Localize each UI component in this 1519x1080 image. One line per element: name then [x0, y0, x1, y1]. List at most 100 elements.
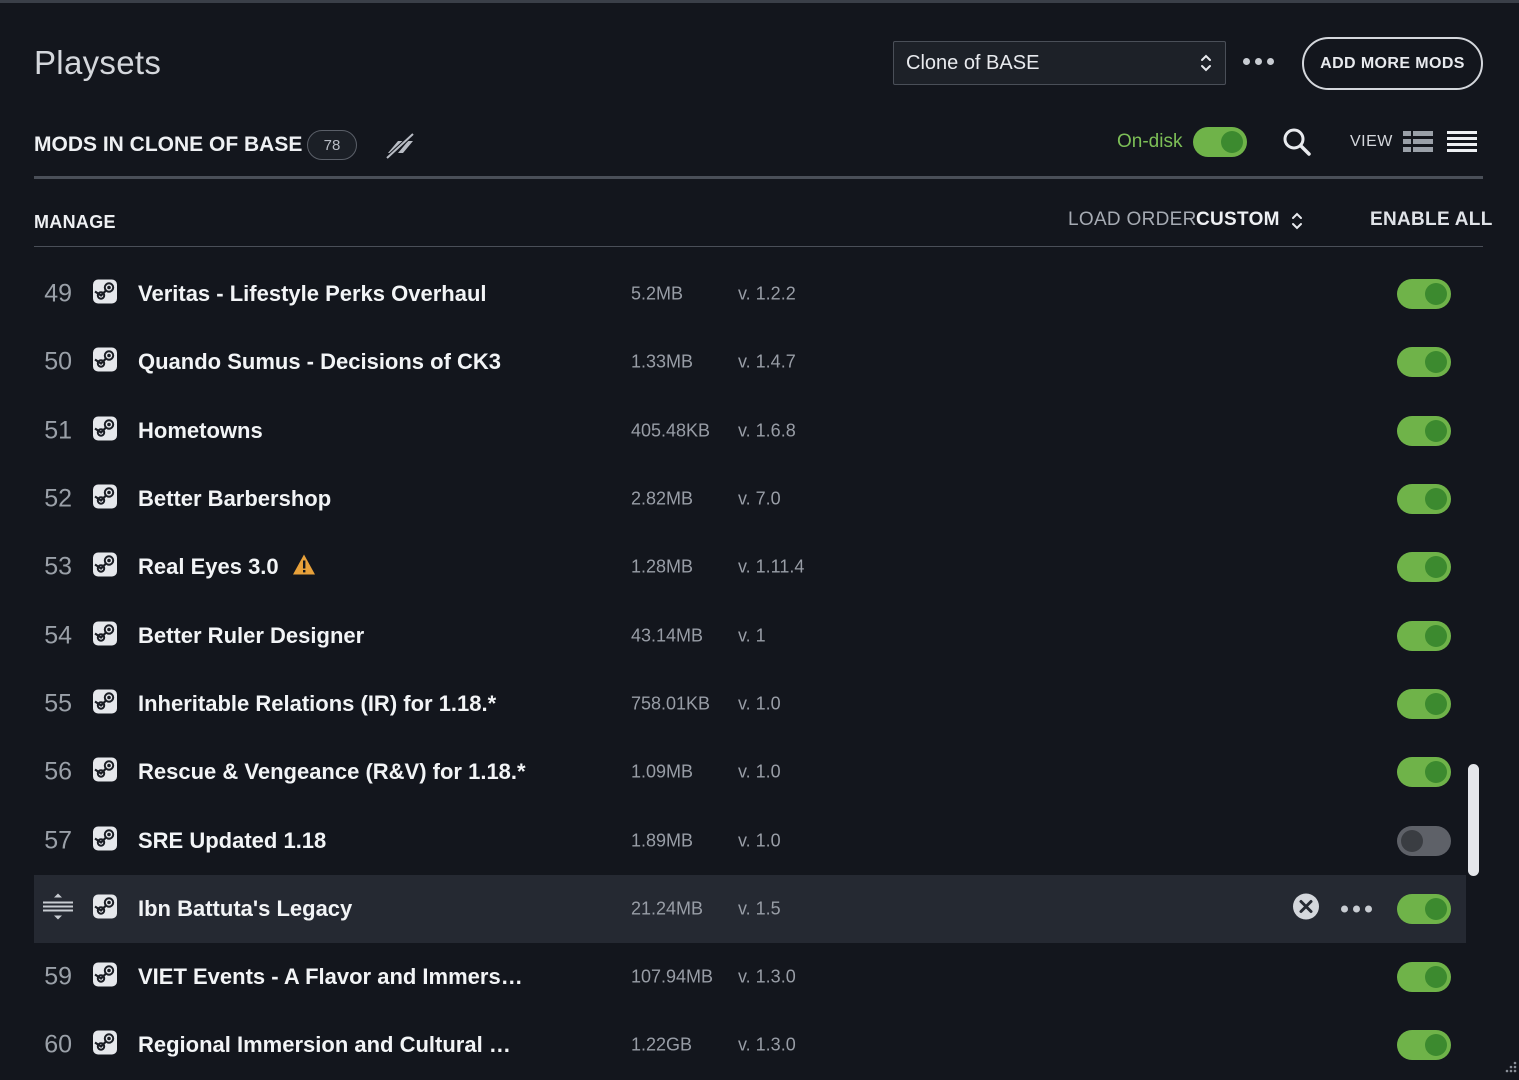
mod-name: Quando Sumus - Decisions of CK3 — [138, 349, 502, 375]
steam-icon — [92, 552, 118, 583]
mod-version: v. 1.0 — [738, 761, 781, 782]
mod-size: 107.94MB — [631, 966, 714, 987]
enable-all-button[interactable]: ENABLE ALL — [1370, 209, 1493, 231]
mod-size: 43.14MB — [631, 625, 704, 646]
load-order-number: 57 — [44, 826, 72, 855]
mod-row[interactable]: 56 Rescue & Vengeance (R&V) for 1.18.* 1.0… — [34, 738, 1466, 806]
manage-divider — [34, 246, 1483, 247]
mod-enabled-toggle[interactable] — [1397, 347, 1451, 378]
mod-name: SRE Updated 1.18 — [138, 827, 327, 853]
mod-name: Ibn Battuta's Legacy — [138, 895, 353, 921]
load-order-number: 56 — [44, 757, 72, 786]
mod-version: v. 1.4.7 — [738, 351, 796, 372]
steam-icon — [92, 484, 118, 515]
mod-size: 1.22GB — [631, 1034, 693, 1055]
load-order-number: 59 — [44, 962, 72, 991]
steam-icon — [92, 962, 118, 993]
search-icon[interactable] — [1282, 127, 1312, 162]
mod-size: 21.24MB — [631, 898, 704, 919]
steam-icon — [92, 279, 118, 310]
remove-mod-icon[interactable] — [1292, 892, 1320, 925]
mod-version: v. 1.5 — [738, 898, 781, 919]
view-detailed-icon[interactable] — [1403, 130, 1433, 159]
mod-enabled-toggle[interactable] — [1397, 757, 1451, 788]
mod-version: v. 1.11.4 — [738, 556, 805, 577]
mod-row[interactable]: 52 Better Barbershop 2.82MB v. 7.0 — [34, 465, 1466, 533]
mod-version: v. 1.3.0 — [738, 1034, 796, 1055]
mod-enabled-toggle[interactable] — [1397, 484, 1451, 515]
mod-enabled-toggle[interactable] — [1397, 1030, 1451, 1061]
scrollbar-thumb[interactable] — [1468, 764, 1479, 876]
mod-size: 758.01KB — [631, 693, 711, 714]
load-order-sort-icon[interactable] — [1289, 210, 1305, 237]
load-order-number: 54 — [44, 621, 72, 650]
add-more-mods-button[interactable]: ADD MORE MODS — [1302, 37, 1483, 90]
steam-icon — [92, 1030, 118, 1061]
mod-version: v. 1 — [738, 625, 766, 646]
mod-enabled-toggle[interactable] — [1397, 552, 1451, 583]
mod-row[interactable]: 59 VIET Events - A Flavor and Immers… 107.… — [34, 943, 1466, 1011]
mod-size: 5.2MB — [631, 283, 684, 304]
steam-icon — [92, 893, 118, 924]
mod-row[interactable]: Ibn Battuta's Legacy 21.24MB v. 1.5 — [34, 874, 1466, 943]
load-order-number: 50 — [44, 347, 72, 376]
mod-enabled-toggle[interactable] — [1397, 893, 1451, 924]
load-order-number: 55 — [44, 689, 72, 718]
drag-handle-icon[interactable] — [42, 892, 74, 925]
steam-icon — [92, 620, 118, 651]
mod-name: Better Barbershop — [138, 486, 332, 512]
mods-section-title: MODS IN CLONE OF BASE — [34, 133, 303, 156]
load-order-number: 60 — [44, 1030, 72, 1059]
warning-icon[interactable] — [292, 554, 316, 581]
mod-list: 49 Veritas - Lifestyle Perks Overhaul 5.2M… — [34, 260, 1466, 1080]
mod-count-badge: 78 — [307, 130, 357, 160]
mod-enabled-toggle[interactable] — [1397, 688, 1451, 719]
steam-icon — [92, 688, 118, 719]
mod-size: 405.48KB — [631, 420, 711, 441]
load-order-number: 52 — [44, 484, 72, 513]
mod-size: 1.28MB — [631, 556, 694, 577]
mod-row[interactable]: 57 SRE Updated 1.18 1.89MB v. 1.0 — [34, 806, 1466, 874]
mod-enabled-toggle[interactable] — [1397, 415, 1451, 446]
mod-enabled-toggle[interactable] — [1397, 279, 1451, 310]
mod-row[interactable]: 49 Veritas - Lifestyle Perks Overhaul 5.2M… — [34, 260, 1466, 328]
hide-disabled-icon[interactable] — [384, 131, 416, 166]
mod-row[interactable]: 51 Hometowns 405.48KB v. 1.6.8 — [34, 397, 1466, 465]
mod-row[interactable]: 50 Quando Sumus - Decisions of CK3 1.33MB v… — [34, 328, 1466, 396]
header-divider — [34, 176, 1483, 179]
steam-icon — [92, 415, 118, 446]
mod-name: Real Eyes 3.0 — [138, 554, 279, 580]
mod-row[interactable]: 53 Real Eyes 3.0 1.28MB v. 1.11.4 — [34, 533, 1466, 601]
mod-options-button[interactable] — [1341, 905, 1372, 913]
mod-row[interactable]: 60 Regional Immersion and Cultural … 1.22G… — [34, 1011, 1466, 1079]
mod-enabled-toggle[interactable] — [1397, 962, 1451, 993]
mod-row[interactable]: 54 Better Ruler Designer 43.14MB v. 1 — [34, 601, 1466, 669]
mod-enabled-toggle[interactable] — [1397, 825, 1451, 856]
mod-version: v. 1.6.8 — [738, 420, 796, 441]
load-order-number: 51 — [44, 416, 72, 445]
steam-icon — [92, 825, 118, 856]
chevron-up-down-icon — [1199, 52, 1213, 74]
steam-icon — [92, 757, 118, 788]
mod-size: 1.09MB — [631, 761, 694, 782]
mod-name: Better Ruler Designer — [138, 622, 365, 648]
resize-grip-icon[interactable] — [1501, 1057, 1517, 1078]
window-top-border — [0, 0, 1519, 3]
load-order-value[interactable]: CUSTOM — [1196, 209, 1280, 231]
view-compact-list-icon[interactable] — [1447, 130, 1477, 159]
mod-version: v. 1.0 — [738, 830, 781, 851]
mod-version: v. 1.0 — [738, 693, 781, 714]
mod-version: v. 7.0 — [738, 488, 781, 509]
mod-name: VIET Events - A Flavor and Immers… — [138, 964, 523, 990]
playset-options-button[interactable] — [1243, 58, 1274, 65]
mod-row[interactable]: 55 Inheritable Relations (IR) for 1.18.* 7… — [34, 670, 1466, 738]
load-order-number: 49 — [44, 279, 72, 308]
mod-enabled-toggle[interactable] — [1397, 620, 1451, 651]
manage-button[interactable]: MANAGE — [34, 212, 116, 233]
mod-name: Inheritable Relations (IR) for 1.18.* — [138, 690, 497, 716]
page-title: Playsets — [34, 44, 162, 81]
view-label: VIEW — [1350, 133, 1393, 150]
mod-size: 1.33MB — [631, 351, 694, 372]
on-disk-toggle[interactable] — [1193, 127, 1247, 157]
playset-select[interactable]: Clone of BASE — [893, 41, 1226, 85]
